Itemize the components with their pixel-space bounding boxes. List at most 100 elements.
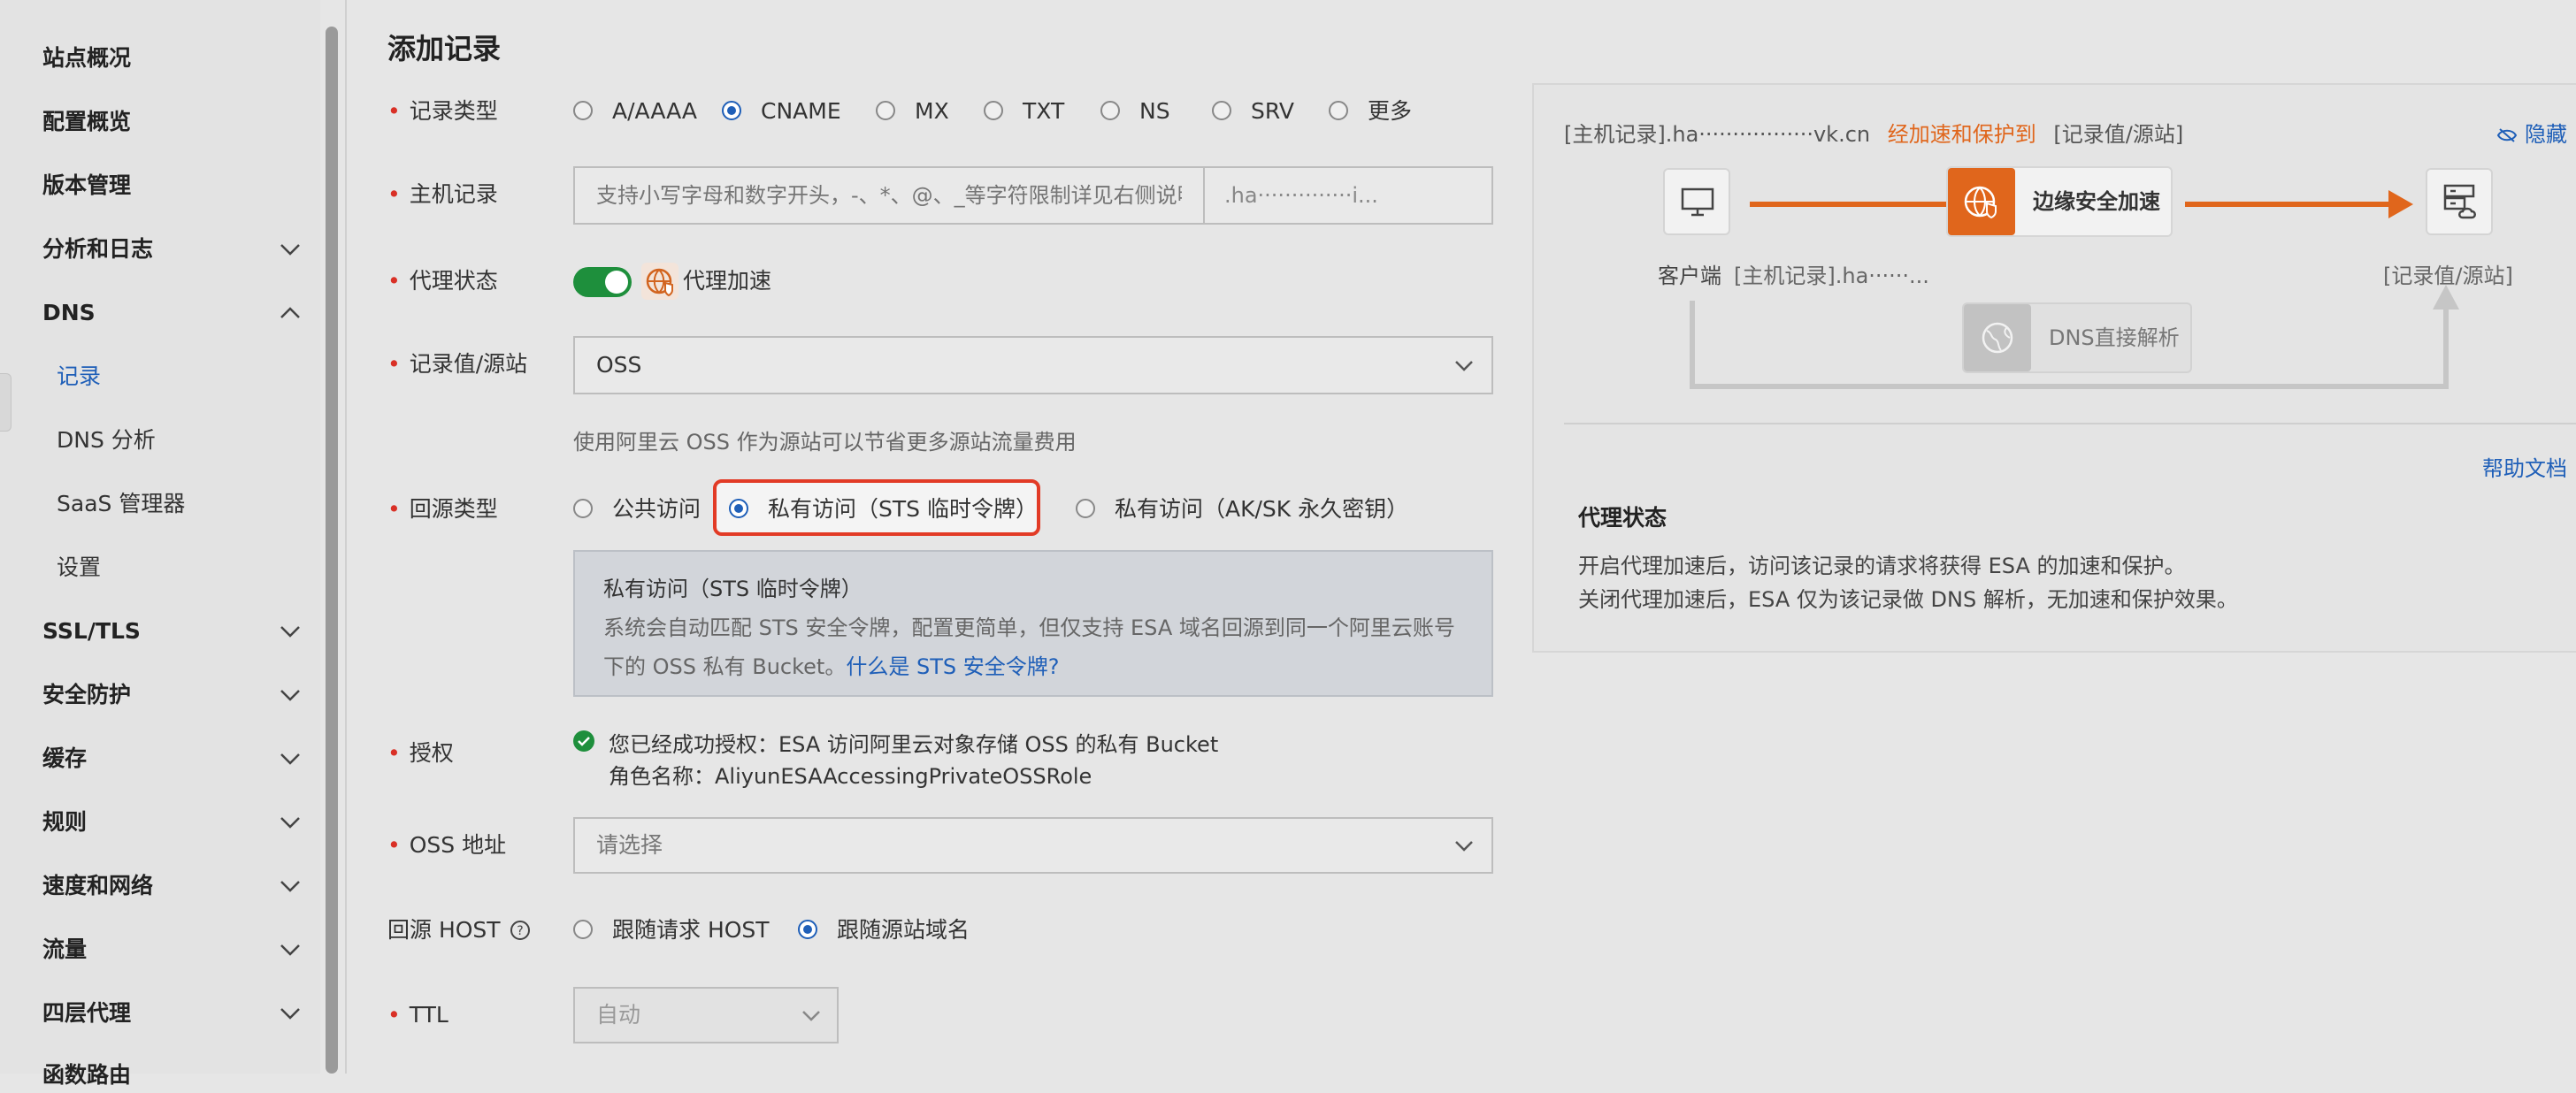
chevron-down-icon bbox=[802, 1011, 820, 1021]
radio-dot bbox=[573, 920, 593, 939]
nav-analytics-logs[interactable]: 分析和日志 bbox=[42, 232, 308, 267]
auth-role: 角色名称：AliyunESAAccessingPrivateOSSRole bbox=[609, 764, 1092, 789]
oss-address-select[interactable]: 请选择 bbox=[573, 817, 1493, 874]
globe-shield-icon bbox=[1964, 186, 1997, 219]
client-node bbox=[1663, 168, 1730, 235]
host-input[interactable] bbox=[575, 168, 1203, 223]
nav-saas-manager[interactable]: SaaS 管理器 bbox=[57, 486, 185, 522]
edge-icon-bg bbox=[1948, 168, 2015, 235]
nav-traffic[interactable]: 流量 bbox=[42, 932, 308, 967]
chevron-down-icon bbox=[1455, 361, 1473, 371]
radio-dot bbox=[798, 920, 817, 939]
sts-info-desc: 系统会自动匹配 STS 安全令牌，配置更简单，但仅支持 ESA 域名回源到同一个… bbox=[603, 615, 1455, 640]
nav-speed-network[interactable]: 速度和网络 bbox=[42, 868, 308, 904]
nav-dns-analytics[interactable]: DNS 分析 bbox=[57, 423, 156, 458]
globe-shield-icon bbox=[641, 263, 678, 300]
chevron-down-icon bbox=[280, 881, 300, 892]
nav-dns-settings[interactable]: 设置 bbox=[57, 550, 101, 585]
help-circle-icon[interactable]: ? bbox=[510, 920, 531, 941]
radio-dot bbox=[1100, 101, 1120, 120]
host-input-group: .ha··············i... bbox=[573, 166, 1493, 225]
chevron-down-icon bbox=[280, 944, 300, 956]
radio-dot bbox=[722, 101, 741, 120]
radio-text: A/AAAA bbox=[612, 98, 698, 124]
check-circle-icon bbox=[573, 730, 594, 752]
origin-select[interactable]: OSS bbox=[573, 336, 1493, 394]
nav-label: 站点概况 bbox=[42, 45, 132, 71]
arrow-head bbox=[2388, 190, 2413, 218]
sidebar-collapse-handle[interactable] bbox=[0, 373, 12, 432]
radio-dot bbox=[984, 101, 1003, 120]
ttl-label: • TTL bbox=[387, 1002, 448, 1028]
hide-button[interactable]: 隐藏 bbox=[2496, 117, 2567, 148]
origin-host-label: 回源 HOST ? bbox=[387, 911, 530, 950]
nav-function-routes[interactable]: 函数路由 bbox=[42, 1058, 308, 1093]
ttl-select[interactable]: 自动 bbox=[573, 987, 839, 1043]
chevron-down-icon bbox=[280, 626, 300, 638]
chevron-down-icon bbox=[280, 244, 300, 256]
nav-site-overview[interactable]: 站点概况 bbox=[42, 41, 308, 76]
radio-text: 公共访问 bbox=[612, 496, 702, 522]
client-label: 客户端 bbox=[1658, 264, 1721, 288]
host-label: • 主机记录 bbox=[387, 181, 498, 207]
nav-rules[interactable]: 规则 bbox=[42, 805, 308, 840]
dns-path-bottom bbox=[1690, 384, 2449, 389]
radio-dot bbox=[1329, 101, 1348, 120]
edge-label: 边缘安全加速 bbox=[2033, 189, 2160, 214]
chevron-down-icon bbox=[280, 690, 300, 701]
edge-node: 边缘安全加速 bbox=[1946, 166, 2173, 237]
help-docs-link[interactable]: 帮助文档 bbox=[2482, 451, 2567, 482]
radio-dot bbox=[1076, 499, 1095, 518]
label-text: 回源 HOST bbox=[387, 917, 501, 943]
globe-icon bbox=[1982, 322, 2013, 354]
hide-text: 隐藏 bbox=[2525, 122, 2567, 147]
auth-status: 您已经成功授权：ESA 访问阿里云对象存储 OSS 的私有 Bucket bbox=[609, 732, 1219, 757]
nav-l4-proxy[interactable]: 四层代理 bbox=[42, 996, 308, 1031]
origin-select-value: OSS bbox=[596, 352, 642, 378]
sts-info-link[interactable]: 什么是 STS 安全令牌? bbox=[846, 654, 1059, 679]
dns-arrow-head bbox=[2433, 285, 2459, 310]
dns-direct-label: DNS直接解析 bbox=[2049, 325, 2180, 350]
label-text: TTL bbox=[409, 1002, 448, 1028]
radio-text: 私有访问（STS 临时令牌） bbox=[768, 496, 1038, 522]
radio-dot bbox=[573, 499, 593, 518]
sts-info-box: 私有访问（STS 临时令牌） 系统会自动匹配 STS 安全令牌，配置更简单，但仅… bbox=[573, 550, 1493, 697]
arrow-line bbox=[1750, 202, 1962, 207]
proxy-status-line-off: 关闭代理加速后，ESA 仅为该记录做 DNS 解析，无加速和保护效果。 bbox=[1578, 587, 2238, 612]
nav-cache[interactable]: 缓存 bbox=[42, 741, 308, 776]
dns-path-left bbox=[1690, 301, 1695, 387]
radio-text: SRV bbox=[1251, 98, 1294, 124]
radio-text: NS bbox=[1139, 98, 1170, 124]
nav-version-management[interactable]: 版本管理 bbox=[42, 168, 308, 203]
sts-info-desc2: 下的 OSS 私有 Bucket。什么是 STS 安全令牌? bbox=[603, 649, 1059, 680]
label-text: 记录值/源站 bbox=[409, 351, 528, 377]
radio-text: CNAME bbox=[761, 98, 841, 124]
record-type-label: • 记录类型 bbox=[387, 98, 498, 124]
dns-direct-node: DNS直接解析 bbox=[1962, 302, 2192, 373]
label-text: 回源类型 bbox=[409, 496, 498, 522]
nav-ssl-tls[interactable]: SSL/TLS bbox=[42, 614, 308, 649]
arrow-line bbox=[2185, 202, 2392, 207]
nav-label: 安全防护 bbox=[42, 682, 132, 707]
radio-text: 更多 bbox=[1368, 98, 1413, 124]
nav-dns-records[interactable]: 记录 bbox=[57, 359, 101, 394]
nav-config-overview[interactable]: 配置概览 bbox=[42, 104, 308, 140]
nav-security[interactable]: 安全防护 bbox=[42, 677, 308, 713]
radio-dot bbox=[1212, 101, 1231, 120]
nav-dns[interactable]: DNS bbox=[42, 295, 308, 331]
radio-text: MX bbox=[915, 98, 949, 124]
dns-path-right bbox=[2443, 301, 2449, 387]
chevron-down-icon bbox=[1455, 841, 1473, 852]
sidebar-scrollbar[interactable] bbox=[326, 27, 338, 1074]
nav-label: 规则 bbox=[42, 809, 88, 835]
monitor-icon bbox=[1681, 187, 1714, 217]
nav-label: 四层代理 bbox=[42, 1000, 132, 1026]
chevron-down-icon bbox=[280, 1008, 300, 1020]
sts-info-title: 私有访问（STS 临时令牌） bbox=[603, 577, 862, 601]
proxy-toggle[interactable] bbox=[573, 267, 632, 297]
origin-hint: 使用阿里云 OSS 作为源站可以节省更多源站流量费用 bbox=[573, 430, 1077, 455]
oss-address-label: • OSS 地址 bbox=[387, 832, 507, 858]
label-text: 记录类型 bbox=[409, 98, 498, 124]
nav-label: 配置概览 bbox=[42, 109, 132, 134]
proxy-status-title: 代理状态 bbox=[1578, 505, 1668, 531]
